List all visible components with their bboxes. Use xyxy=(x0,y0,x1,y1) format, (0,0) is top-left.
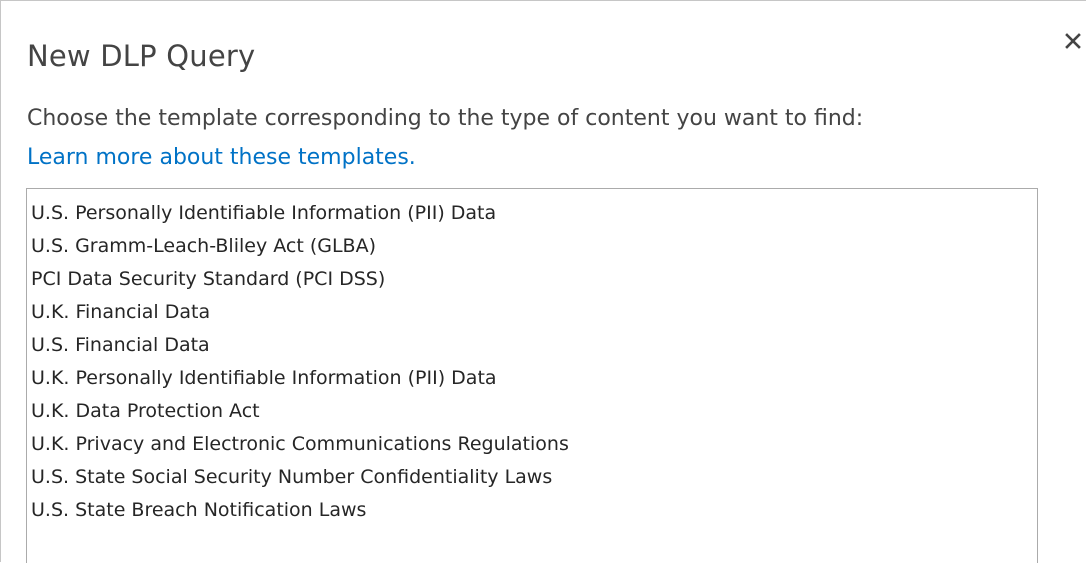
close-button[interactable] xyxy=(1059,27,1086,57)
template-option[interactable]: U.S. State Breach Notification Laws xyxy=(31,494,1037,527)
template-option[interactable]: U.S. State Social Security Number Confid… xyxy=(31,461,1037,494)
template-option[interactable]: U.S. Personally Identifiable Information… xyxy=(31,197,1037,230)
instruction-text: Choose the template corresponding to the… xyxy=(27,106,864,131)
close-icon xyxy=(1065,33,1081,49)
new-dlp-query-dialog: New DLP Query Choose the template corres… xyxy=(0,0,1086,563)
template-option[interactable]: U.K. Personally Identifiable Information… xyxy=(31,362,1037,395)
template-option[interactable]: U.S. Gramm-Leach-Bliley Act (GLBA) xyxy=(31,230,1037,263)
template-option[interactable]: PCI Data Security Standard (PCI DSS) xyxy=(31,263,1037,296)
template-listbox[interactable]: U.S. Personally Identifiable Information… xyxy=(26,188,1038,563)
learn-more-link[interactable]: Learn more about these templates. xyxy=(27,141,416,175)
dialog-title: New DLP Query xyxy=(27,39,256,73)
template-option[interactable]: U.K. Privacy and Electronic Communicatio… xyxy=(31,428,1037,461)
template-option[interactable]: U.K. Financial Data xyxy=(31,296,1037,329)
template-option[interactable]: U.K. Data Protection Act xyxy=(31,395,1037,428)
template-option[interactable]: U.S. Financial Data xyxy=(31,329,1037,362)
